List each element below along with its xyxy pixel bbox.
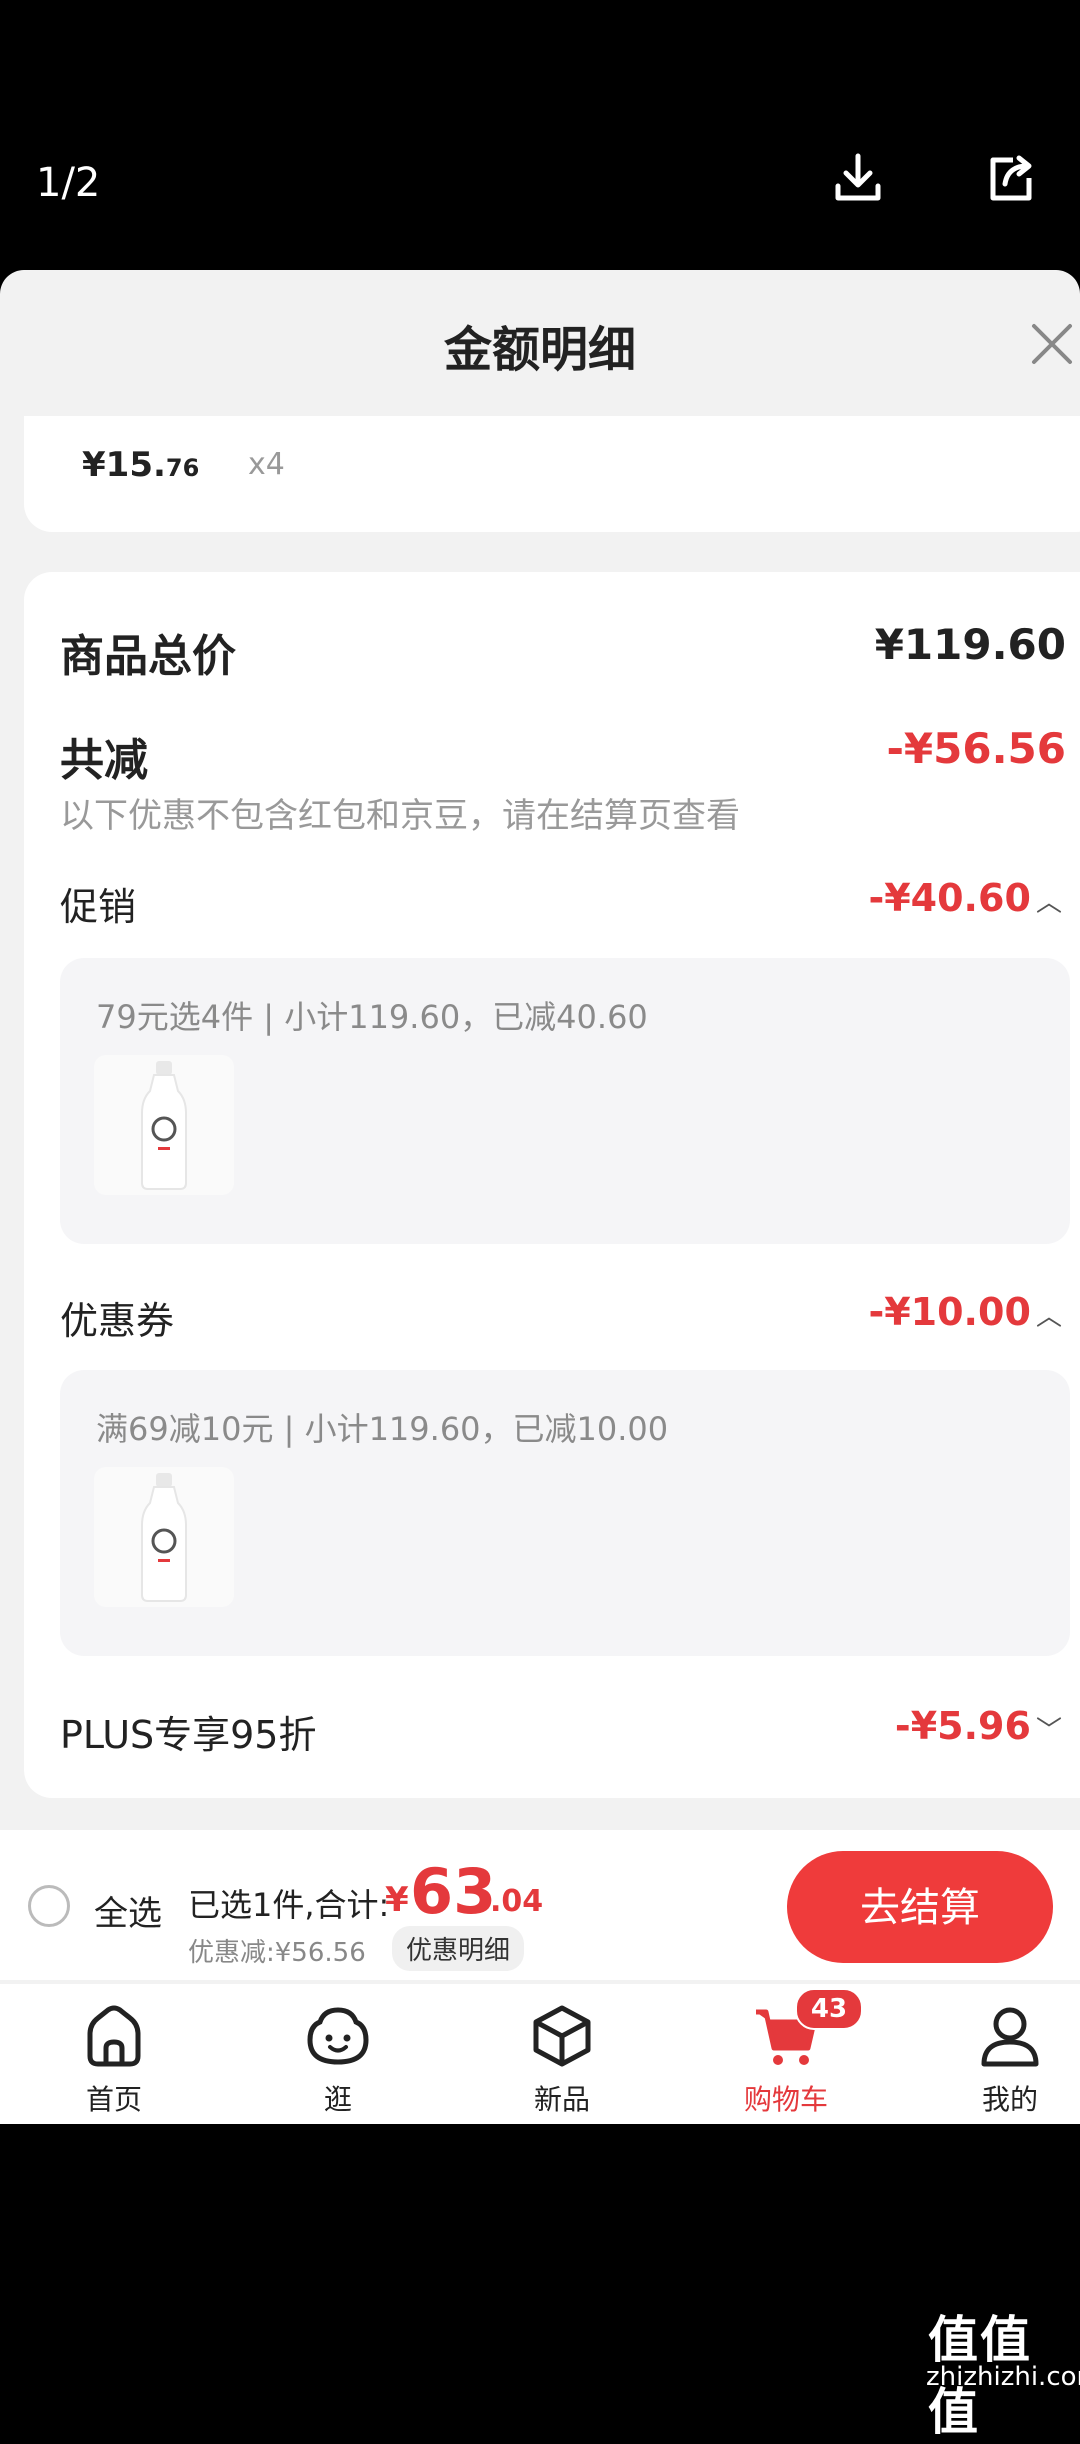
coupon-value: -¥10.00	[868, 1290, 1031, 1334]
tab-label: 首页	[85, 2083, 142, 2116]
chevron-up-icon: ︿	[1035, 888, 1062, 918]
home-icon	[87, 2005, 141, 2067]
milk-bottle-icon	[141, 1061, 187, 1190]
tab-label: 我的	[981, 2083, 1038, 2116]
discount-summary: 优惠减:¥56.56	[188, 1938, 366, 1968]
currency-symbol: ¥	[385, 1880, 409, 1920]
page-counter: 1/2	[36, 160, 101, 206]
user-icon	[981, 2007, 1039, 2067]
coupon-label: 优惠券	[60, 1299, 175, 1343]
tab-label: 逛	[323, 2083, 352, 2116]
tab-home[interactable]: 首页	[34, 2000, 194, 2118]
total-amount-integer: 63	[410, 1855, 497, 1928]
promotion-value: -¥40.60	[868, 876, 1031, 920]
tab-new[interactable]: 新品	[482, 2000, 642, 2118]
total-price-label: 商品总价	[60, 631, 236, 682]
box-icon	[533, 2005, 591, 2067]
plus-discount-label: PLUS专享95折	[60, 1713, 317, 1757]
sheet-title: 金额明细	[443, 322, 636, 378]
image-viewer-bar	[0, 0, 1080, 270]
item-unit-price: ¥15.76	[82, 445, 199, 485]
close-icon[interactable]	[1024, 316, 1080, 372]
total-reduction-value: -¥56.56	[886, 724, 1066, 773]
promotion-detail-text: 79元选4件 | 小计119.60，已减40.60	[96, 998, 648, 1036]
select-all-label[interactable]: 全选	[94, 1886, 162, 1935]
tab-label: 新品	[533, 2083, 590, 2116]
tab-label: 购物车	[743, 2083, 828, 2116]
plus-discount-value: -¥5.96	[894, 1704, 1031, 1748]
total-amount-decimal: .04	[490, 1884, 544, 1919]
face-icon	[307, 2007, 369, 2065]
product-thumbnail[interactable]	[94, 1055, 234, 1195]
discount-detail-link[interactable]: 优惠明细	[392, 1926, 525, 1971]
item-quantity: x4	[248, 447, 285, 482]
promotion-toggle[interactable]: -¥40.60 ︿	[868, 876, 1062, 920]
milk-bottle-icon	[141, 1473, 187, 1602]
download-icon[interactable]	[830, 150, 886, 206]
tab-profile[interactable]: 我的	[930, 2000, 1080, 2118]
chevron-down-icon: ﹀	[1035, 1716, 1062, 1746]
chevron-up-icon: ︿	[1035, 1302, 1062, 1332]
checkout-button[interactable]: 去结算	[787, 1851, 1053, 1963]
total-price-value: ¥119.60	[874, 620, 1066, 669]
product-thumbnail[interactable]	[94, 1467, 234, 1607]
promotion-label: 促销	[60, 885, 137, 929]
cart-count-badge: 43	[795, 1988, 863, 2030]
reduction-note: 以下优惠不包含红包和京豆，请在结算页查看	[60, 796, 740, 836]
coupon-detail-text: 满69减10元 | 小计119.60，已减10.00	[96, 1410, 669, 1448]
price-decimal: 76	[165, 454, 200, 482]
select-all-checkbox[interactable]	[28, 1885, 70, 1927]
share-icon[interactable]	[983, 150, 1039, 206]
coupon-toggle[interactable]: -¥10.00 ︿	[868, 1290, 1062, 1334]
plus-discount-toggle[interactable]: -¥5.96 ﹀	[895, 1704, 1062, 1748]
watermark-url: zhizhizhi.com	[926, 2362, 1080, 2392]
price-integer: ¥15.	[82, 445, 166, 485]
total-reduction-label: 共减	[60, 735, 148, 786]
selected-count: 已选1件,合计:	[188, 1886, 390, 1924]
tab-explore[interactable]: 逛	[258, 2000, 418, 2118]
